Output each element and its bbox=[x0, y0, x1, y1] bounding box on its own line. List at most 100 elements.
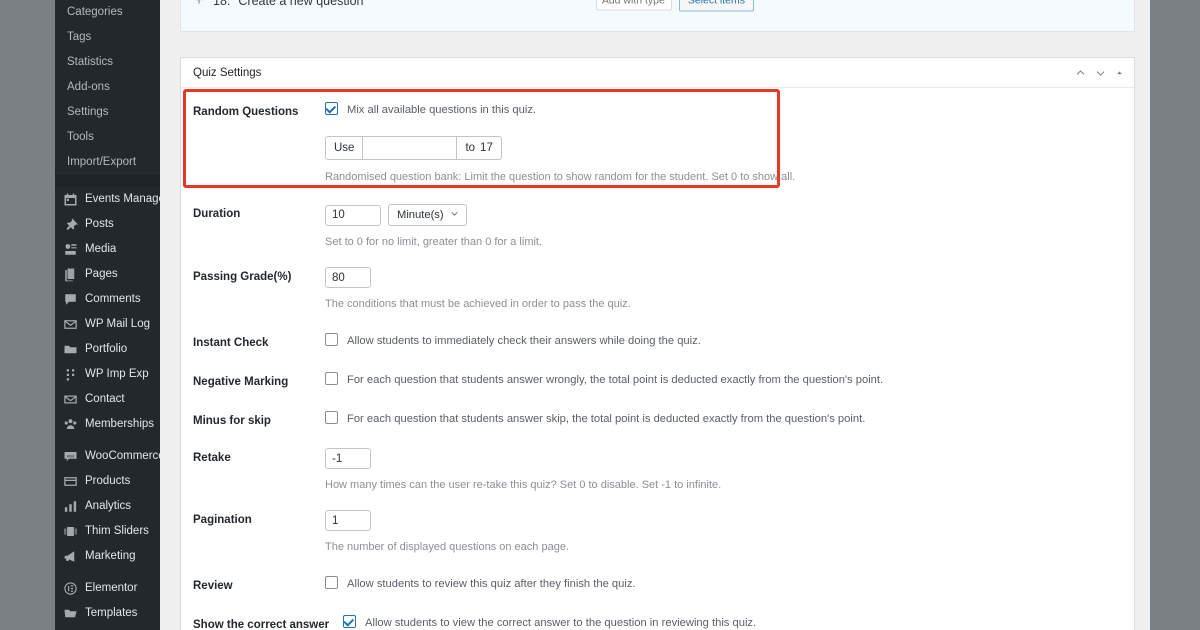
plus-icon[interactable]: + bbox=[191, 0, 207, 10]
field-label: Pagination bbox=[193, 514, 252, 526]
sidebar-item-comments[interactable]: Comments bbox=[55, 287, 160, 312]
sidebar-item-contact[interactable]: Contact bbox=[55, 387, 160, 412]
field-control: Allow students to immediately check thei… bbox=[325, 333, 1122, 351]
sidebar-item-label: Contact bbox=[85, 393, 125, 405]
checkbox-label: Mix all available questions in this quiz… bbox=[347, 104, 537, 116]
show-correct-answer-checkbox[interactable] bbox=[343, 615, 356, 628]
chevron-down-icon[interactable] bbox=[1095, 67, 1106, 78]
sidebar-separator bbox=[55, 175, 160, 187]
sidebar-item-settings[interactable]: Settings bbox=[55, 100, 160, 125]
duration-input[interactable] bbox=[325, 204, 381, 226]
chart-bar-icon bbox=[62, 498, 79, 515]
sidebar-item-label: Add-ons bbox=[67, 81, 110, 93]
select-items-button[interactable]: Select items bbox=[678, 0, 754, 11]
sidebar-item-add-ons[interactable]: Add-ons bbox=[55, 75, 160, 100]
minus-for-skip-checkbox[interactable] bbox=[325, 411, 338, 424]
sidebar-scroll-area: Categories Tags Statistics Add-ons Setti… bbox=[55, 0, 169, 630]
sidebar-item-label: Analytics bbox=[85, 500, 132, 512]
sidebar-item-elementor[interactable]: Elementor bbox=[55, 576, 160, 601]
sidebar-item-posts[interactable]: Posts bbox=[55, 212, 160, 237]
field-duration: Duration Minute(s) Set to 0 for no li bbox=[181, 185, 1134, 250]
review-checkbox[interactable] bbox=[325, 576, 338, 589]
field-label: Minus for skip bbox=[193, 415, 271, 427]
sidebar-item-pages[interactable]: Pages bbox=[55, 262, 160, 287]
metabox-handle-actions bbox=[1075, 67, 1124, 78]
duration-unit-value: Minute(s) bbox=[397, 209, 444, 221]
field-control: Allow students to view the correct answe… bbox=[343, 615, 1122, 630]
sidebar-item-tags[interactable]: Tags bbox=[55, 25, 160, 50]
admin-sidebar[interactable]: Categories Tags Statistics Add-ons Setti… bbox=[55, 0, 169, 630]
sidebar-item-categories[interactable]: Categories bbox=[55, 0, 160, 25]
sidebar-item-wp-imp-exp[interactable]: WP Imp Exp bbox=[55, 362, 160, 387]
question-row[interactable]: + 18. Create a new question Select items bbox=[181, 0, 1134, 31]
sidebar-item-label: WooCommerce bbox=[85, 450, 165, 462]
negative-marking-checkbox-row[interactable]: For each question that students answer w… bbox=[325, 372, 1122, 387]
sidebar-item-statistics[interactable]: Statistics bbox=[55, 50, 160, 75]
passing-grade-input[interactable] bbox=[325, 267, 371, 288]
sidebar-item-import-export[interactable]: Import/Export bbox=[55, 150, 160, 175]
random-range-input[interactable] bbox=[363, 137, 457, 159]
woocommerce-icon: woo bbox=[62, 448, 79, 465]
sidebar-item-woocommerce[interactable]: woo WooCommerce bbox=[55, 444, 165, 469]
random-questions-checkbox-row[interactable]: Mix all available questions in this quiz… bbox=[325, 102, 1122, 117]
sidebar-item-label: Tags bbox=[67, 31, 92, 43]
collapse-triangle-icon[interactable] bbox=[1115, 68, 1124, 77]
instant-check-checkbox-row[interactable]: Allow students to immediately check thei… bbox=[325, 333, 1122, 348]
sidebar-item-label: Products bbox=[85, 475, 131, 487]
metabox-title: Quiz Settings bbox=[193, 66, 262, 79]
random-range-input-group[interactable]: Use to 17 bbox=[325, 136, 502, 160]
sidebar-item-label: Elementor bbox=[85, 582, 138, 594]
sidebar-item-events-manager[interactable]: Events Manager bbox=[55, 187, 169, 212]
slides-icon bbox=[62, 523, 79, 540]
main-content: + 18. Create a new question Select items… bbox=[160, 0, 1150, 630]
field-random-questions: Random Questions Mix all available quest… bbox=[181, 88, 1134, 185]
chevron-down-icon bbox=[450, 209, 459, 221]
field-show-correct-answer: Show the correct answer Allow students t… bbox=[181, 594, 1134, 630]
sidebar-item-analytics[interactable]: Analytics bbox=[55, 494, 160, 519]
range-suffix: to 17 bbox=[456, 137, 500, 159]
sidebar-item-thim-sliders[interactable]: Thim Sliders bbox=[55, 519, 160, 544]
sidebar-item-media[interactable]: Media bbox=[55, 237, 160, 262]
sidebar-gap bbox=[55, 437, 160, 444]
sidebar-item-label: Events Manager bbox=[85, 193, 169, 205]
checkbox-label: Allow students to view the correct answe… bbox=[365, 617, 757, 629]
sidebar-item-tools[interactable]: Tools bbox=[55, 125, 160, 150]
instant-check-checkbox[interactable] bbox=[325, 333, 338, 346]
duration-unit-select[interactable]: Minute(s) bbox=[388, 204, 467, 226]
negative-marking-checkbox[interactable] bbox=[325, 372, 338, 385]
sidebar-item-memberships[interactable]: Memberships bbox=[55, 412, 160, 437]
field-retake: Retake How many times can the user re-ta… bbox=[181, 429, 1134, 493]
question-row-actions: Select items bbox=[595, 0, 754, 11]
field-label: Instant Check bbox=[193, 337, 269, 349]
random-questions-checkbox[interactable] bbox=[325, 102, 338, 115]
field-control: How many times can the user re-take this… bbox=[325, 448, 1122, 493]
field-label: Negative Marking bbox=[193, 376, 289, 388]
sidebar-item-label: Memberships bbox=[85, 418, 155, 430]
sidebar-item-label: Media bbox=[85, 243, 117, 255]
show-correct-answer-checkbox-row[interactable]: Allow students to view the correct answe… bbox=[343, 615, 1122, 630]
chevron-up-icon[interactable] bbox=[1075, 67, 1086, 78]
sidebar-item-label: Thim Elementor bbox=[85, 626, 166, 630]
sidebar-item-portfolio[interactable]: Portfolio bbox=[55, 337, 160, 362]
comment-icon bbox=[62, 291, 79, 308]
sidebar-item-thim-elementor[interactable]: Thim Elementor bbox=[55, 626, 160, 630]
field-control: Allow students to review this quiz after… bbox=[325, 576, 1122, 594]
metabox-body: Random Questions Mix all available quest… bbox=[181, 88, 1134, 630]
sidebar-item-label: Comments bbox=[85, 293, 141, 305]
sidebar-item-templates[interactable]: Templates bbox=[55, 601, 160, 626]
groups-icon bbox=[62, 416, 79, 433]
templates-icon bbox=[62, 605, 79, 622]
sidebar-item-products[interactable]: Products bbox=[55, 469, 160, 494]
review-checkbox-row[interactable]: Allow students to review this quiz after… bbox=[325, 576, 1122, 591]
range-prefix-label: Use bbox=[326, 137, 364, 159]
field-control: For each question that students answer w… bbox=[325, 372, 1122, 390]
sidebar-item-wp-mail-log[interactable]: WP Mail Log bbox=[55, 312, 160, 337]
sidebar-item-label: Settings bbox=[67, 106, 109, 118]
retake-input[interactable] bbox=[325, 448, 371, 469]
metabox-header[interactable]: Quiz Settings bbox=[181, 58, 1134, 88]
pagination-input[interactable] bbox=[325, 510, 371, 531]
add-with-type-input[interactable] bbox=[595, 0, 672, 11]
sidebar-item-marketing[interactable]: Marketing bbox=[55, 544, 160, 569]
minus-for-skip-checkbox-row[interactable]: For each question that students answer s… bbox=[325, 411, 1122, 426]
field-description: The number of displayed questions on eac… bbox=[325, 541, 569, 553]
